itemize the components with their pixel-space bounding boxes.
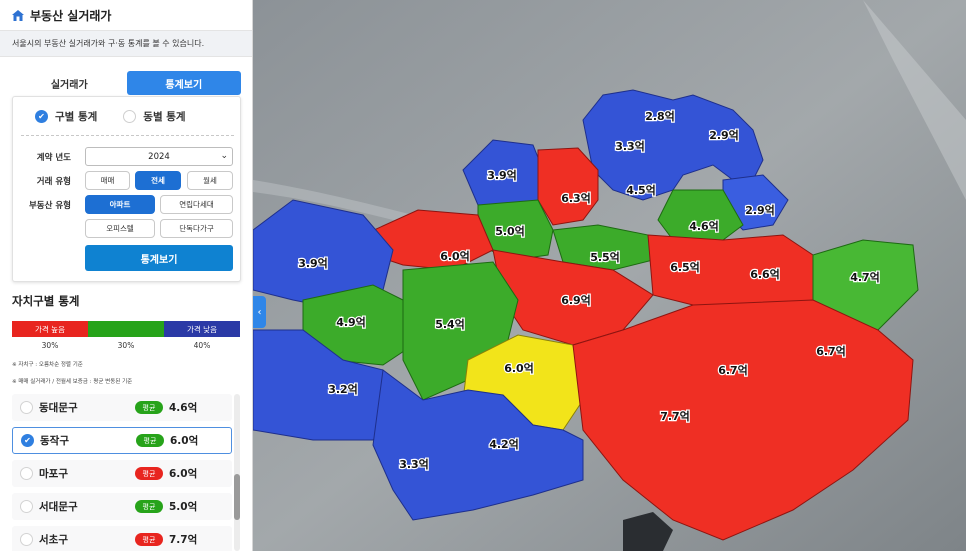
- avg-badge: 평균: [135, 500, 163, 513]
- check-icon: ✔: [21, 434, 34, 447]
- check-icon: ✔: [35, 110, 48, 123]
- tab-transactions[interactable]: 실거래가: [12, 71, 127, 95]
- map-price-label: 6.7억: [718, 364, 748, 377]
- radio-district-stats[interactable]: ✔ 구별 통계: [35, 109, 97, 124]
- deal-type-label: 거래 유형: [36, 177, 71, 187]
- home-icon: [12, 9, 24, 21]
- district-name: 서대문구: [39, 501, 78, 513]
- map-price-label: 6.0억: [504, 362, 534, 375]
- list-item[interactable]: 마포구 평균 6.0억: [12, 460, 232, 487]
- tab-statistics[interactable]: 통계보기: [126, 71, 241, 95]
- avg-badge: 평균: [135, 401, 163, 414]
- collapse-panel-button[interactable]: ‹: [253, 296, 266, 328]
- map-price-label: 2.9억: [745, 204, 775, 217]
- radio-empty-icon: [20, 533, 33, 546]
- list-item[interactable]: ✔ 동작구 평균 6.0억: [12, 427, 232, 454]
- list-scrollbar-thumb[interactable]: [234, 474, 240, 520]
- district-name: 동대문구: [39, 402, 78, 414]
- radio-label: 구별 통계: [55, 111, 98, 123]
- map-price-label: 2.9억: [709, 129, 739, 142]
- radio-empty-icon: [20, 500, 33, 513]
- property-type-rowhouse[interactable]: 연립다세대: [160, 195, 233, 214]
- district-value: 7.7억: [169, 534, 198, 546]
- map-price-label: 4.9억: [336, 316, 366, 329]
- view-tabs: 실거래가 통계보기: [12, 71, 241, 95]
- map-price-label: 3.2억: [328, 383, 358, 396]
- divider: [21, 135, 234, 136]
- map-price-label: 4.7억: [850, 271, 880, 284]
- list-item[interactable]: 서대문구 평균 5.0억: [12, 493, 232, 520]
- deal-type-sale[interactable]: 매매: [85, 171, 130, 190]
- map-price-label: 5.4억: [435, 318, 465, 331]
- radio-empty-icon: [123, 110, 137, 123]
- list-scrollbar-track[interactable]: [234, 394, 240, 551]
- sort-note: ※ 자치구 : 오름차순 정렬 기준: [12, 362, 83, 368]
- radio-label: 동별 통계: [143, 111, 186, 123]
- list-item[interactable]: 동대문구 평균 4.6억: [12, 394, 232, 421]
- map-price-label: 6.3억: [561, 192, 591, 205]
- view-stats-button[interactable]: 통계보기: [85, 245, 233, 271]
- radio-empty-icon: [20, 467, 33, 480]
- map-price-label: 4.5억: [626, 184, 656, 197]
- map-price-label: 4.6억: [689, 220, 719, 233]
- avg-badge: 평균: [136, 434, 164, 447]
- stats-title: 자치구별 통계: [12, 294, 80, 308]
- district-name: 동작구: [40, 435, 69, 447]
- legend-low: 가격 낮음: [164, 321, 240, 337]
- map-price-label: 7.7억: [660, 410, 690, 423]
- map-price-label: 6.9억: [561, 294, 591, 307]
- district-list: 동대문구 평균 4.6억 ✔ 동작구 평균 6.0억 마포구 평균 6.0억 서…: [12, 394, 232, 551]
- map-price-label: 5.0억: [495, 225, 525, 238]
- radio-dong-stats[interactable]: 동별 통계: [123, 109, 186, 124]
- sidebar-panel: 부동산 실거래가 서울시의 부동산 실거래가와 구·동 통계를 볼 수 있습니다…: [0, 0, 253, 551]
- map-price-label: 3.3억: [615, 140, 645, 153]
- legend-high: 가격 높음: [12, 321, 88, 337]
- property-type-label: 부동산 유형: [28, 201, 71, 211]
- map-price-label: 2.8억: [645, 110, 675, 123]
- property-type-apartment[interactable]: 아파트: [85, 195, 155, 214]
- chevron-down-icon: ⌄: [220, 151, 228, 161]
- map-price-label: 3.9억: [487, 169, 517, 182]
- app-title: 부동산 실거래가: [30, 8, 112, 23]
- app-header: 부동산 실거래가: [0, 0, 252, 30]
- seoul-map[interactable]: 2.8억 2.9억 3.3억 3.9억 6.3억 4.5억 2.9억 4.6억 …: [253, 0, 966, 551]
- legend-mid: [88, 321, 164, 337]
- radio-empty-icon: [20, 401, 33, 414]
- deal-type-monthly[interactable]: 월세: [187, 171, 233, 190]
- legend-percentages: 30% 30% 40%: [12, 341, 240, 350]
- legend-pct-mid: 30%: [117, 341, 135, 350]
- district-value: 5.0억: [169, 501, 198, 513]
- app-description: 서울시의 부동산 실거래가와 구·동 통계를 볼 수 있습니다.: [0, 30, 252, 57]
- price-legend: 가격 높음 가격 낮음: [12, 321, 240, 337]
- property-type-officetel[interactable]: 오피스텔: [85, 219, 155, 238]
- map-price-label: 6.7억: [816, 345, 846, 358]
- year-select[interactable]: 2024 ⌄: [85, 147, 233, 166]
- map-price-label: 3.9억: [298, 257, 328, 270]
- district-value: 4.6억: [169, 402, 198, 414]
- avg-badge: 평균: [135, 533, 163, 546]
- district-value: 6.0억: [169, 468, 198, 480]
- chevron-left-icon: ‹: [257, 306, 262, 318]
- price-note: ※ 매매 실거래가 / 전월세 보증금 : 평균 변동된 기준: [12, 379, 133, 385]
- map-price-label: 5.5억: [590, 251, 620, 264]
- map-price-label: 6.0억: [440, 250, 470, 263]
- district-name: 서초구: [39, 534, 68, 546]
- map-price-label: 4.2억: [489, 438, 519, 451]
- property-type-detached[interactable]: 단독다가구: [160, 219, 233, 238]
- year-label: 계약 년도: [36, 153, 71, 163]
- map-price-label: 3.3억: [399, 458, 429, 471]
- list-item[interactable]: 서초구 평균 7.7억: [12, 526, 232, 551]
- district-name: 마포구: [39, 468, 68, 480]
- year-value: 2024: [148, 151, 170, 162]
- legend-pct-low: 40%: [193, 341, 211, 350]
- map-price-label: 6.5억: [670, 261, 700, 274]
- filter-card: ✔ 구별 통계 동별 통계 계약 년도 2024 ⌄ 거래 유형 매매 전세 월…: [12, 96, 241, 282]
- legend-pct-high: 30%: [41, 341, 59, 350]
- avg-badge: 평균: [135, 467, 163, 480]
- district-value: 6.0억: [170, 435, 199, 447]
- deal-type-jeonse[interactable]: 전세: [135, 171, 181, 190]
- map-price-label: 6.6억: [750, 268, 780, 281]
